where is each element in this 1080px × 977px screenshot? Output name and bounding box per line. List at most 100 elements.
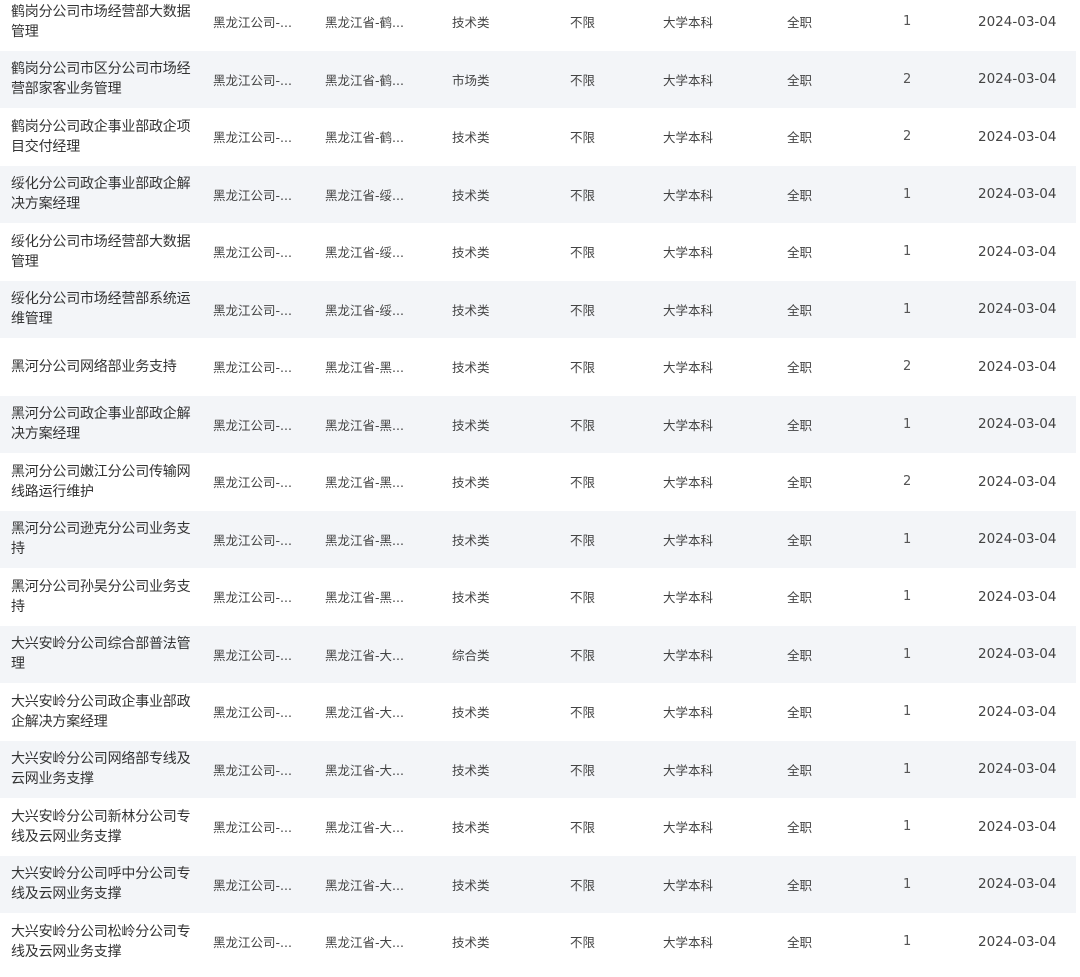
headcount-cell: 2 xyxy=(903,359,912,375)
table-row[interactable]: 绥化分公司市场经营部系统运维管理 黑龙江公司-... 黑龙江省-绥... 技术类 不限 大… xyxy=(0,280,1076,339)
job-title-link[interactable]: 大兴安岭分公司网络部专线及云网业务支撑 xyxy=(11,741,191,799)
location-cell: 黑龙江省-黑... xyxy=(325,532,404,548)
location-cell: 黑龙江省-大... xyxy=(325,647,404,663)
publish-date-cell: 2024-03-04 xyxy=(978,128,1057,145)
experience-cell: 不限 xyxy=(570,820,596,836)
experience-cell: 不限 xyxy=(570,130,596,146)
table-row[interactable]: 大兴安岭分公司网络部专线及云网业务支撑 黑龙江公司-... 黑龙江省-大... 技术类… xyxy=(0,740,1076,799)
employment-type-cell: 全职 xyxy=(787,590,813,606)
publish-date-cell: 2024-03-04 xyxy=(978,358,1057,375)
employment-type-cell: 全职 xyxy=(787,72,813,88)
table-row[interactable]: 大兴安岭分公司政企事业部政企解决方案经理 黑龙江公司-... 黑龙江省-大... 技术… xyxy=(0,683,1076,741)
experience-cell: 不限 xyxy=(570,762,596,778)
table-row[interactable]: 黑河分公司政企事业部政企解决方案经理 黑龙江公司-... 黑龙江省-黑... 技术类 不… xyxy=(0,395,1076,454)
job-title-link[interactable]: 大兴安岭分公司综合部普法管理 xyxy=(11,626,191,684)
company-cell: 黑龙江公司-... xyxy=(213,820,292,836)
headcount-cell: 1 xyxy=(903,761,912,777)
employment-type-cell: 全职 xyxy=(787,762,813,778)
location-cell: 黑龙江省-绥... xyxy=(325,302,404,318)
category-cell: 技术类 xyxy=(452,820,490,836)
table-row[interactable]: 大兴安岭分公司综合部普法管理 黑龙江公司-... 黑龙江省-大... 综合类 不限 大学本… xyxy=(0,625,1076,684)
education-cell: 大学本科 xyxy=(663,130,714,146)
table-row[interactable]: 黑河分公司嫩江分公司传输网线路运行维护 黑龙江公司-... 黑龙江省-黑... 技术类… xyxy=(0,453,1076,511)
job-title-link[interactable]: 黑河分公司嫩江分公司传输网线路运行维护 xyxy=(11,453,191,511)
job-title-link[interactable]: 绥化分公司政企事业部政企解决方案经理 xyxy=(11,166,191,224)
location-cell: 黑龙江省-大... xyxy=(325,820,404,836)
education-cell: 大学本科 xyxy=(663,590,714,606)
employment-type-cell: 全职 xyxy=(787,877,813,893)
education-cell: 大学本科 xyxy=(663,877,714,893)
experience-cell: 不限 xyxy=(570,72,596,88)
table-row[interactable]: 绥化分公司政企事业部政企解决方案经理 黑龙江公司-... 黑龙江省-绥... 技术类 不… xyxy=(0,165,1076,224)
table-row[interactable]: 鹤岗分公司市场经营部大数据管理 黑龙江公司-... 黑龙江省-鹤... 技术类 不限 大学… xyxy=(0,0,1076,51)
category-cell: 技术类 xyxy=(452,302,490,318)
job-title-link[interactable]: 大兴安岭分公司政企事业部政企解决方案经理 xyxy=(11,683,191,741)
job-title-link[interactable]: 鹤岗分公司市场经营部大数据管理 xyxy=(11,0,191,51)
employment-type-cell: 全职 xyxy=(787,130,813,146)
publish-date-cell: 2024-03-04 xyxy=(978,588,1057,605)
company-cell: 黑龙江公司-... xyxy=(213,302,292,318)
job-title-link[interactable]: 鹤岗分公司市区分公司市场经营部家客业务管理 xyxy=(11,51,191,109)
company-cell: 黑龙江公司-... xyxy=(213,532,292,548)
job-title-link[interactable]: 鹤岗分公司政企事业部政企项目交付经理 xyxy=(11,108,191,166)
employment-type-cell: 全职 xyxy=(787,245,813,261)
job-title-link[interactable]: 黑河分公司逊克分公司业务支持 xyxy=(11,511,191,569)
job-title-link[interactable]: 大兴安岭分公司松岭分公司专线及云网业务支撑 xyxy=(11,913,191,971)
category-cell: 技术类 xyxy=(452,705,490,721)
publish-date-cell: 2024-03-04 xyxy=(978,186,1057,203)
table-row[interactable]: 大兴安岭分公司呼中分公司专线及云网业务支撑 黑龙江公司-... 黑龙江省-大... 技… xyxy=(0,855,1076,914)
headcount-cell: 1 xyxy=(903,244,912,260)
table-row[interactable]: 黑河分公司网络部业务支持 黑龙江公司-... 黑龙江省-黑... 技术类 不限 大学本科 全… xyxy=(0,338,1076,396)
company-cell: 黑龙江公司-... xyxy=(213,187,292,203)
education-cell: 大学本科 xyxy=(663,705,714,721)
table-row[interactable]: 黑河分公司逊克分公司业务支持 黑龙江公司-... 黑龙江省-黑... 技术类 不限 大学本… xyxy=(0,510,1076,569)
job-title-link[interactable]: 黑河分公司政企事业部政企解决方案经理 xyxy=(11,396,191,454)
experience-cell: 不限 xyxy=(570,475,596,491)
location-cell: 黑龙江省-大... xyxy=(325,705,404,721)
company-cell: 黑龙江公司-... xyxy=(213,762,292,778)
education-cell: 大学本科 xyxy=(663,15,714,31)
employment-type-cell: 全职 xyxy=(787,360,813,376)
category-cell: 技术类 xyxy=(452,532,490,548)
publish-date-cell: 2024-03-04 xyxy=(978,473,1057,490)
job-title-link[interactable]: 大兴安岭分公司呼中分公司专线及云网业务支撑 xyxy=(11,856,191,914)
category-cell: 技术类 xyxy=(452,15,490,31)
publish-date-cell: 2024-03-04 xyxy=(978,703,1057,720)
job-title-link[interactable]: 大兴安岭分公司新林分公司专线及云网业务支撑 xyxy=(11,798,191,856)
location-cell: 黑龙江省-鹤... xyxy=(325,130,404,146)
location-cell: 黑龙江省-黑... xyxy=(325,475,404,491)
location-cell: 黑龙江省-鹤... xyxy=(325,15,404,31)
headcount-cell: 1 xyxy=(903,531,912,547)
company-cell: 黑龙江公司-... xyxy=(213,417,292,433)
publish-date-cell: 2024-03-04 xyxy=(978,933,1057,950)
table-row[interactable]: 大兴安岭分公司松岭分公司专线及云网业务支撑 黑龙江公司-... 黑龙江省-大... 技… xyxy=(0,913,1076,971)
publish-date-cell: 2024-03-04 xyxy=(978,416,1057,433)
headcount-cell: 1 xyxy=(903,589,912,605)
table-row[interactable]: 黑河分公司孙吴分公司业务支持 黑龙江公司-... 黑龙江省-黑... 技术类 不限 大学本… xyxy=(0,568,1076,626)
table-row[interactable]: 鹤岗分公司政企事业部政企项目交付经理 黑龙江公司-... 黑龙江省-鹤... 技术类 不… xyxy=(0,108,1076,166)
publish-date-cell: 2024-03-04 xyxy=(978,243,1057,260)
job-title-link[interactable]: 黑河分公司网络部业务支持 xyxy=(11,338,191,396)
publish-date-cell: 2024-03-04 xyxy=(978,13,1057,30)
category-cell: 技术类 xyxy=(452,130,490,146)
publish-date-cell: 2024-03-04 xyxy=(978,301,1057,318)
job-title-link[interactable]: 绥化分公司市场经营部系统运维管理 xyxy=(11,281,191,339)
headcount-cell: 2 xyxy=(903,474,912,490)
employment-type-cell: 全职 xyxy=(787,187,813,203)
table-row[interactable]: 绥化分公司市场经营部大数据管理 黑龙江公司-... 黑龙江省-绥... 技术类 不限 大学… xyxy=(0,223,1076,281)
experience-cell: 不限 xyxy=(570,532,596,548)
headcount-cell: 1 xyxy=(903,186,912,202)
table-row[interactable]: 鹤岗分公司市区分公司市场经营部家客业务管理 黑龙江公司-... 黑龙江省-鹤... 市… xyxy=(0,50,1076,109)
job-title-link[interactable]: 绥化分公司市场经营部大数据管理 xyxy=(11,223,191,281)
experience-cell: 不限 xyxy=(570,877,596,893)
employment-type-cell: 全职 xyxy=(787,647,813,663)
education-cell: 大学本科 xyxy=(663,417,714,433)
table-row[interactable]: 大兴安岭分公司新林分公司专线及云网业务支撑 黑龙江公司-... 黑龙江省-大... 技… xyxy=(0,798,1076,856)
category-cell: 技术类 xyxy=(452,590,490,606)
headcount-cell: 2 xyxy=(903,71,912,87)
employment-type-cell: 全职 xyxy=(787,532,813,548)
category-cell: 市场类 xyxy=(452,72,490,88)
job-title-link[interactable]: 黑河分公司孙吴分公司业务支持 xyxy=(11,568,191,626)
employment-type-cell: 全职 xyxy=(787,820,813,836)
employment-type-cell: 全职 xyxy=(787,935,813,951)
